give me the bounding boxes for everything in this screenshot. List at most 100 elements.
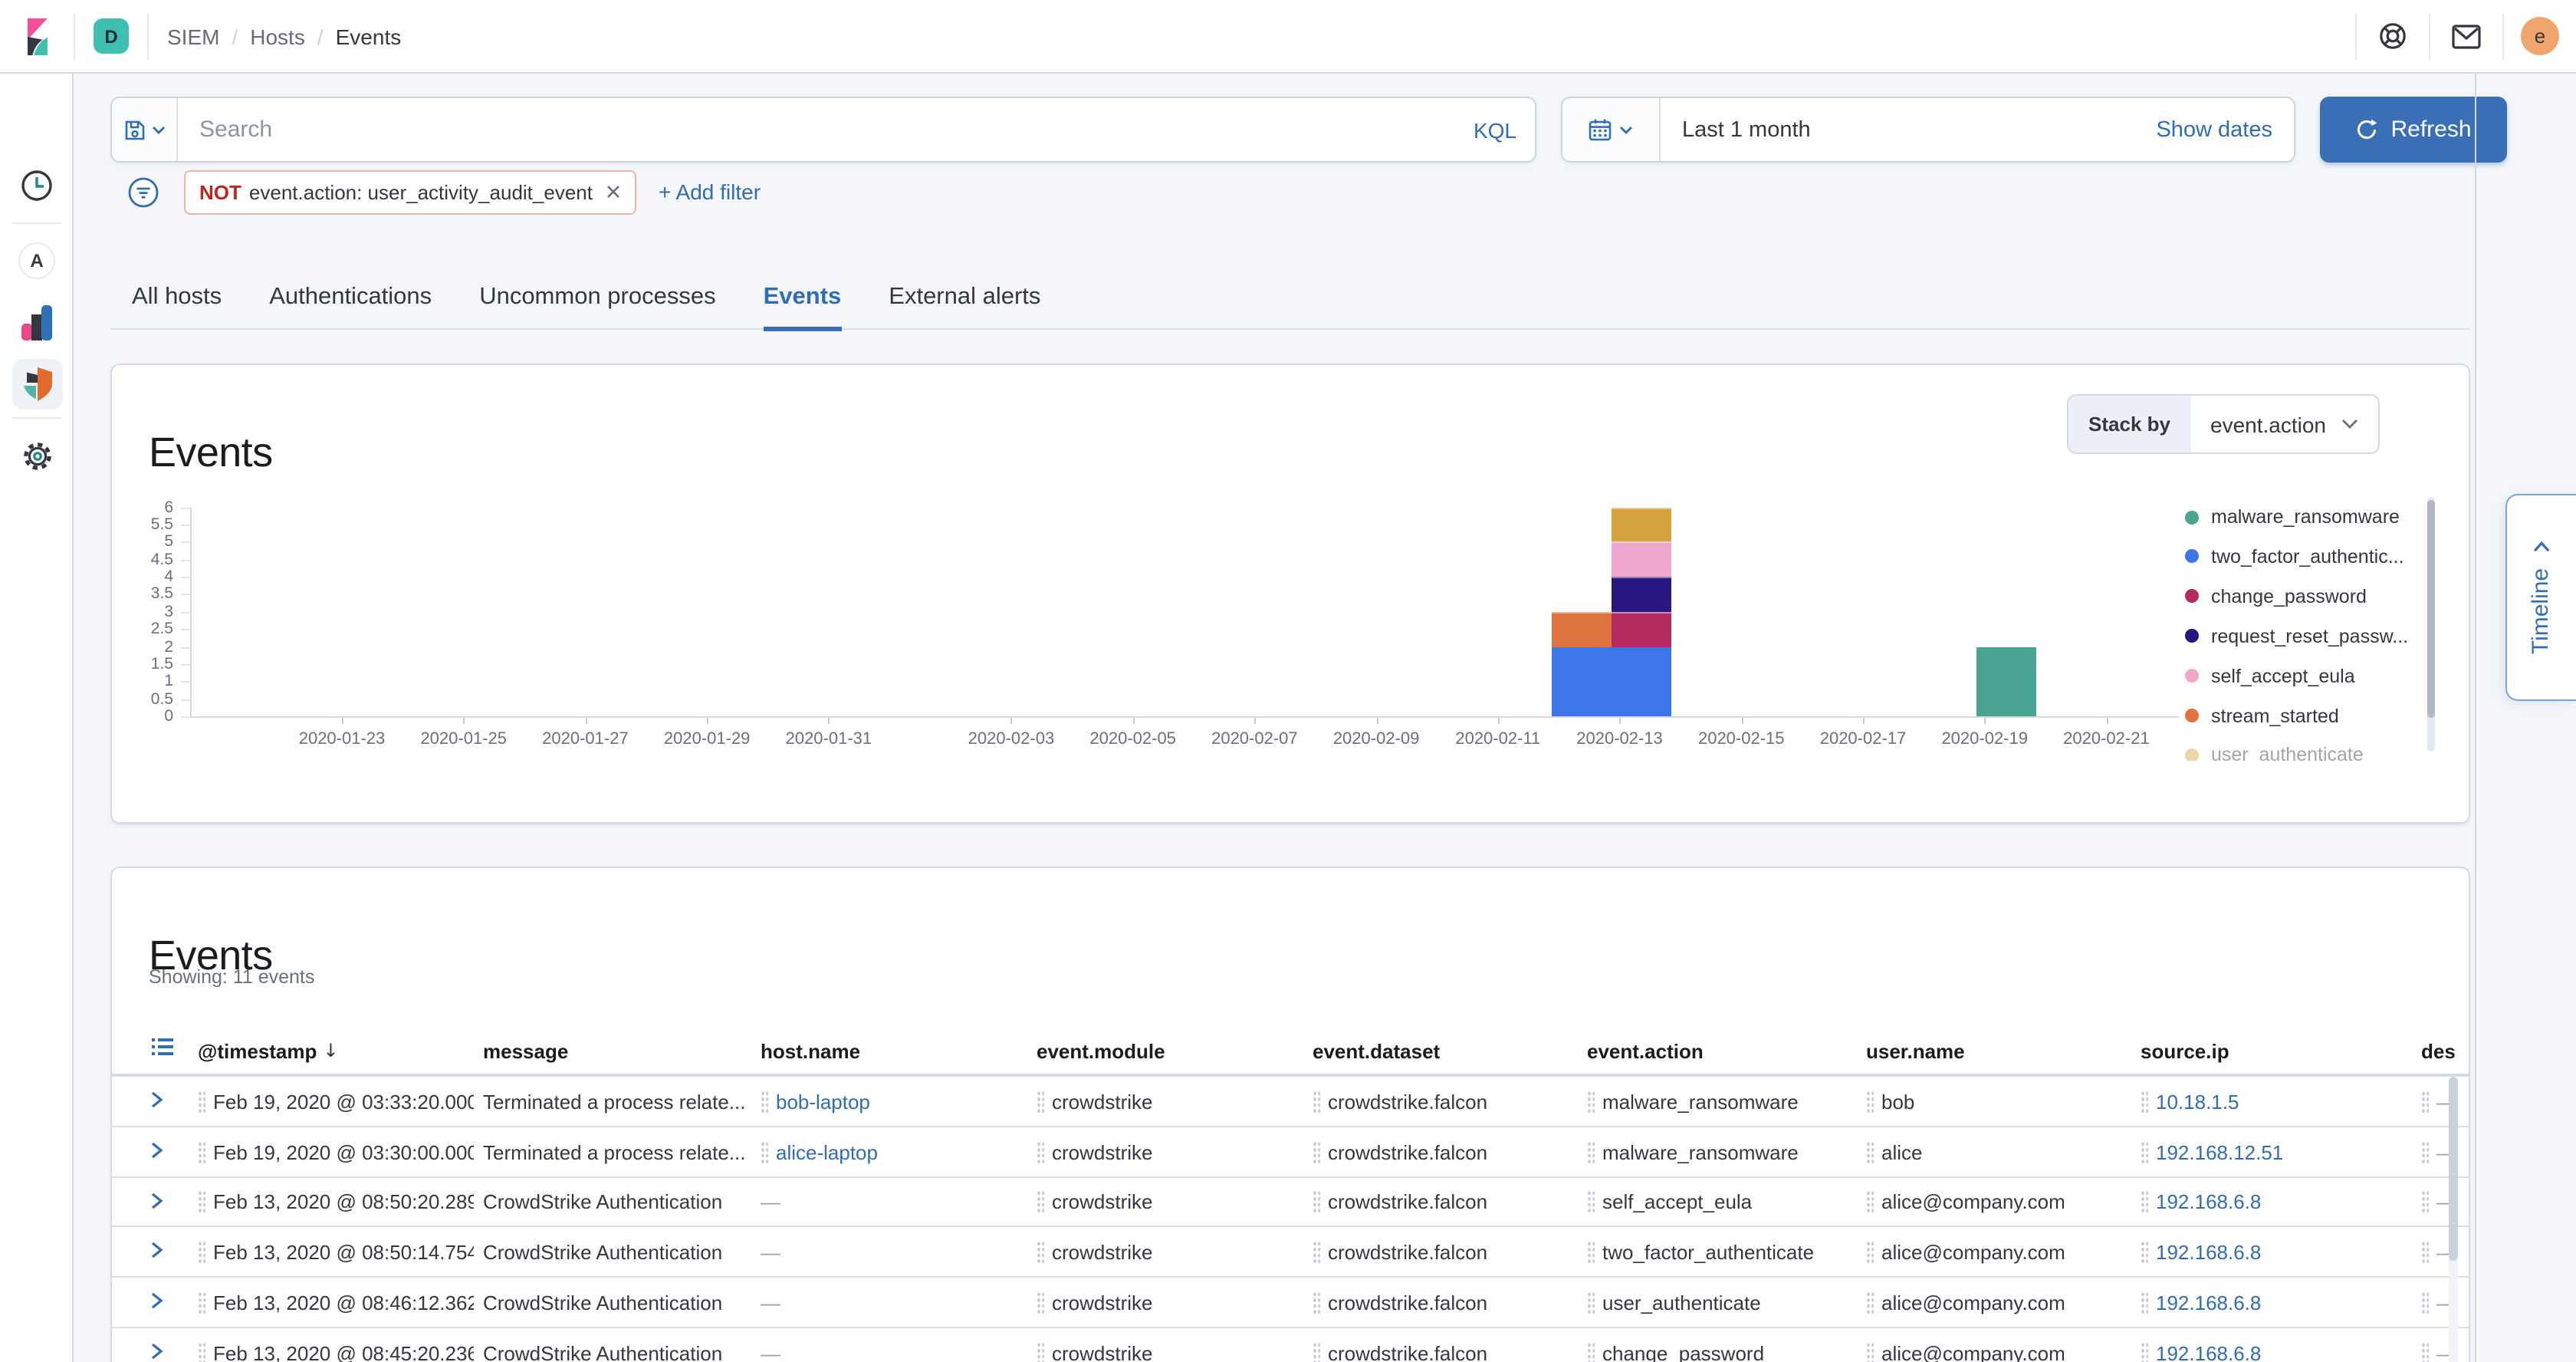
legend-item-malware_ransomware[interactable]: malware_ransomware [2185,497,2400,537]
tab-authentications[interactable]: Authentications [269,271,432,331]
breadcrumb-siem[interactable]: SIEM [167,24,219,48]
drag-handle[interactable] [1866,1140,1874,1163]
bar-segment-stream_started[interactable] [1551,612,1611,647]
drag-handle[interactable] [1313,1342,1320,1362]
drag-handle[interactable] [1313,1191,1320,1214]
drag-handle[interactable] [1037,1091,1044,1114]
sidebar-item-siem-active[interactable] [0,359,74,410]
cell-value-link[interactable]: 10.18.1.5 [2156,1091,2239,1114]
expand-row-button[interactable] [149,1240,166,1268]
cell-value-link[interactable]: 192.168.12.51 [2156,1140,2283,1163]
expand-row-button[interactable] [149,1189,166,1217]
cell-value-link[interactable]: 192.168.6.8 [2156,1342,2261,1362]
tab-events[interactable]: Events [764,271,842,331]
newsfeed-button[interactable] [2430,0,2502,72]
user-menu-button[interactable]: e [2504,0,2576,72]
drag-handle[interactable] [1587,1191,1595,1214]
tab-external-alerts[interactable]: External alerts [889,271,1040,331]
cell-value-link[interactable]: 192.168.6.8 [2156,1191,2261,1214]
drag-handle[interactable] [1587,1242,1595,1265]
table-scrollbar-thumb[interactable] [2449,1077,2458,1261]
filter-options-icon[interactable] [127,176,159,208]
column-header-@timestamp[interactable]: @timestamp↓ [198,1031,474,1071]
drag-handle[interactable] [1313,1091,1320,1114]
drag-handle[interactable] [198,1140,205,1163]
column-header-user.name[interactable]: user.name [1866,1031,2130,1071]
drag-handle[interactable] [198,1242,205,1265]
bar-segment-request_reset_password[interactable] [1612,577,1672,612]
sidebar-item-recent[interactable] [0,166,74,206]
drag-handle[interactable] [1587,1291,1595,1314]
kibana-logo[interactable] [0,0,74,72]
bar-segment-malware_ransomware[interactable] [1977,646,2037,716]
legend-item-user_authenticate[interactable]: user_authenticate [2185,735,2364,761]
drag-handle[interactable] [2141,1242,2148,1265]
legend-item-two_factor_authentic[interactable]: two_factor_authentic... [2185,537,2404,577]
filter-chip[interactable]: NOT event.action: user_activity_audit_ev… [184,169,637,214]
drag-handle[interactable] [2141,1191,2148,1214]
bar-segment-user_authenticate[interactable] [1612,507,1672,542]
drag-handle[interactable] [1037,1242,1044,1265]
drag-handle[interactable] [1037,1291,1044,1314]
column-header-event.module[interactable]: event.module [1037,1031,1300,1071]
cell-value-link[interactable]: 192.168.6.8 [2156,1242,2261,1265]
drag-handle[interactable] [1313,1140,1320,1163]
drag-handle[interactable] [1313,1242,1320,1265]
column-header-host.name[interactable]: host.name [761,1031,1024,1071]
time-range-value[interactable]: Last 1 month [1661,98,1832,161]
sidebar-item-management[interactable] [0,439,74,472]
drag-handle[interactable] [1587,1140,1595,1163]
drag-handle[interactable] [198,1291,205,1314]
drag-handle[interactable] [198,1091,205,1114]
drag-handle[interactable] [1037,1140,1044,1163]
drag-handle[interactable] [1866,1342,1874,1362]
refresh-button[interactable]: Refresh [2320,97,2507,163]
column-settings-button[interactable] [152,1037,173,1064]
expand-row-button[interactable] [149,1089,166,1117]
legend-item-self_accept_eula[interactable]: self_accept_eula [2185,656,2355,696]
drag-handle[interactable] [1587,1091,1595,1114]
tab-uncommon-processes[interactable]: Uncommon processes [479,271,715,331]
timeline-toggle-button[interactable]: Timeline [2505,494,2576,701]
drag-handle[interactable] [2141,1342,2148,1362]
expand-row-button[interactable] [149,1290,166,1318]
cell-value-link[interactable]: 192.168.6.8 [2156,1291,2261,1314]
drag-handle[interactable] [1866,1191,1874,1214]
drag-handle[interactable] [198,1191,205,1214]
legend-scrollbar-thumb[interactable] [2427,500,2435,718]
saved-query-button[interactable] [112,98,178,161]
help-button[interactable] [2357,0,2429,72]
cell-value-link[interactable]: alice-laptop [776,1140,878,1163]
legend-item-stream_started[interactable]: stream_started [2185,696,2339,735]
add-filter-button[interactable]: + Add filter [659,179,761,204]
drag-handle[interactable] [1037,1191,1044,1214]
sidebar-item-apm[interactable]: A [0,242,74,279]
drag-handle[interactable] [761,1091,768,1114]
drag-handle[interactable] [1866,1291,1874,1314]
drag-handle[interactable] [1587,1342,1595,1362]
space-switcher[interactable]: D [94,18,129,54]
cell-value-link[interactable]: bob-laptop [776,1091,870,1114]
query-language-button[interactable]: KQL [1474,117,1516,142]
bar-segment-two_factor_authenticate[interactable] [1551,646,1611,716]
tab-all-hosts[interactable]: All hosts [132,271,222,331]
show-dates-button[interactable]: Show dates [2134,98,2294,161]
drag-handle[interactable] [2421,1291,2429,1314]
search-input[interactable]: Search KQL [178,98,1535,161]
drag-handle[interactable] [2421,1140,2429,1163]
column-header-source.ip[interactable]: source.ip [2141,1031,2404,1071]
column-header-event.action[interactable]: event.action [1587,1031,1855,1071]
drag-handle[interactable] [2421,1242,2429,1265]
drag-handle[interactable] [2421,1091,2429,1114]
expand-row-button[interactable] [149,1140,166,1167]
remove-filter-icon[interactable] [606,184,622,199]
bar-segment-change_password[interactable] [1612,612,1672,647]
expand-row-button[interactable] [149,1341,166,1362]
drag-handle[interactable] [1866,1091,1874,1114]
legend-item-request_reset_passw[interactable]: request_reset_passw... [2185,616,2408,656]
bar-segment-self_accept_eula[interactable] [1612,542,1672,577]
drag-handle[interactable] [2141,1291,2148,1314]
sidebar-item-visualize[interactable] [0,304,74,342]
drag-handle[interactable] [2421,1342,2429,1362]
drag-handle[interactable] [1037,1342,1044,1362]
